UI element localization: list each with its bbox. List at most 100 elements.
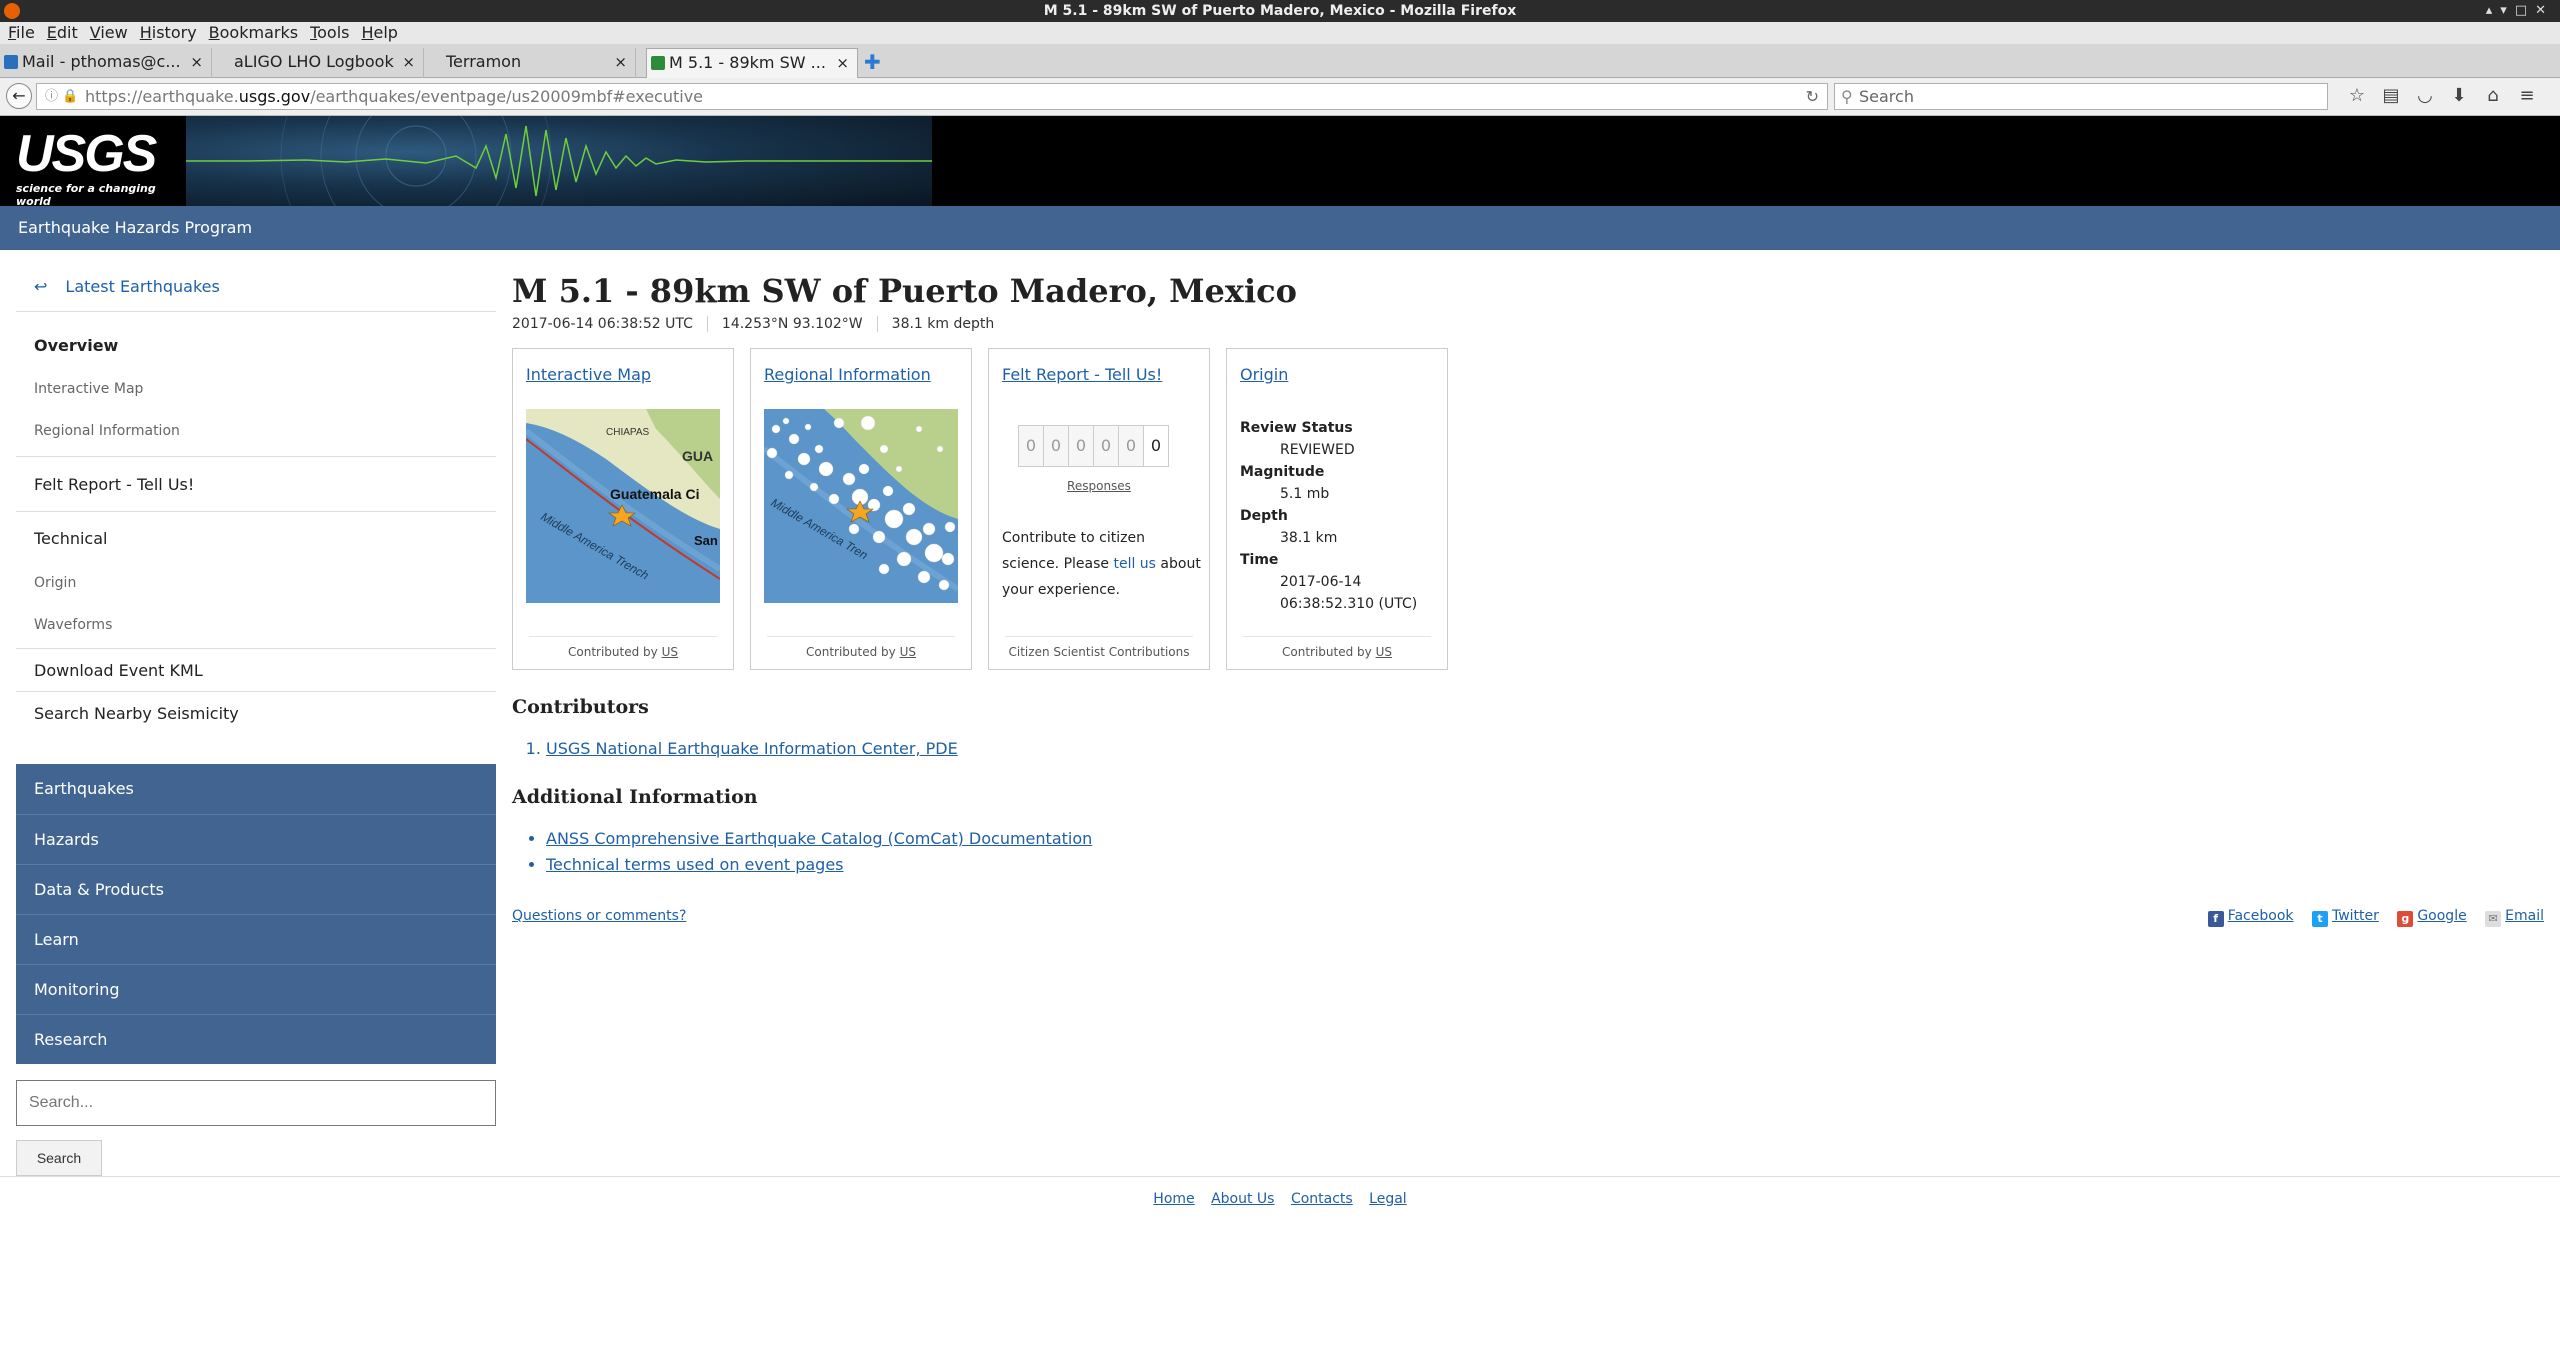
- contributed-label: Contributed by: [806, 645, 896, 659]
- sidebar-item-technical[interactable]: Technical: [16, 512, 496, 562]
- technical-terms-link[interactable]: Technical terms used on event pages: [546, 852, 1092, 878]
- share-twitter[interactable]: t Twitter: [2311, 908, 2379, 927]
- time-label: Time: [1240, 552, 1279, 568]
- review-status-value: REVIEWED: [1280, 442, 1355, 458]
- tell-us-link[interactable]: tell us: [1113, 556, 1156, 572]
- back-arrow-icon[interactable]: ←: [6, 83, 32, 109]
- site-nav-hazards[interactable]: Hazards: [16, 814, 496, 864]
- footer-about-link[interactable]: About Us: [1211, 1191, 1274, 1207]
- contributor-us[interactable]: US: [662, 645, 678, 659]
- home-icon[interactable]: ⌂: [2476, 85, 2510, 106]
- event-summary: 2017-06-14 06:38:52 UTC 14.253°N 93.102°W…: [512, 316, 1008, 332]
- menu-help[interactable]: Help: [357, 22, 401, 44]
- new-tab-icon[interactable]: ✚: [864, 50, 881, 74]
- felt-report-card[interactable]: Felt Report - Tell Us! 0 0 0 0 0 0 Respo…: [988, 348, 1210, 670]
- counter-digit: 0: [1118, 425, 1144, 467]
- origin-card[interactable]: Origin Review Status REVIEWED Magnitude …: [1226, 348, 1448, 670]
- sidebar-item-download-kml[interactable]: Download Event KML: [16, 648, 496, 692]
- share-email[interactable]: ✉ Email: [2485, 908, 2544, 927]
- pocket-icon[interactable]: ◡: [2408, 85, 2442, 106]
- url-path: /earthquakes/eventpage/us20009mbf#execut…: [310, 87, 704, 106]
- sidebar-item-origin[interactable]: Origin: [16, 562, 496, 604]
- felt-report-link[interactable]: Felt Report - Tell Us!: [1002, 365, 1162, 384]
- footer-legal-link[interactable]: Legal: [1369, 1191, 1407, 1207]
- menu-file[interactable]: File: [4, 22, 39, 44]
- footer-home-link[interactable]: Home: [1153, 1191, 1194, 1207]
- footer-contacts-link[interactable]: Contacts: [1291, 1191, 1353, 1207]
- reload-icon[interactable]: ↻: [1806, 84, 1819, 109]
- time-clock: 06:38:52.310 (UTC): [1280, 596, 1418, 612]
- share-facebook[interactable]: f Facebook: [2207, 908, 2294, 927]
- download-icon[interactable]: ⬇: [2442, 85, 2476, 106]
- google-plus-icon: g: [2397, 911, 2414, 927]
- search-placeholder: Search: [1859, 87, 1914, 106]
- contributor-us[interactable]: US: [900, 645, 916, 659]
- hamburger-menu-icon[interactable]: ≡: [2510, 85, 2544, 106]
- origin-link[interactable]: Origin: [1240, 365, 1288, 384]
- tab-earthquake[interactable]: M 5.1 - 89km SW ... ×: [646, 48, 858, 78]
- additional-information-list: ANSS Comprehensive Earthquake Catalog (C…: [546, 826, 1092, 878]
- site-search-input[interactable]: [16, 1080, 496, 1126]
- site-nav-research[interactable]: Research: [16, 1014, 496, 1064]
- page-footer: Home About Us Contacts Legal: [0, 1176, 2560, 1207]
- site-search-button[interactable]: Search: [16, 1140, 102, 1176]
- close-icon[interactable]: ×: [402, 48, 415, 76]
- site-info-lock-icon[interactable]: ⓘ 🔒: [45, 84, 78, 109]
- regional-information-link[interactable]: Regional Information: [764, 365, 931, 384]
- sidebar-item-overview[interactable]: Overview: [16, 312, 496, 368]
- counter-digit: 0: [1043, 425, 1069, 467]
- interactive-map-card[interactable]: Interactive Map CHIAPAS GUA Guatemala Ci…: [512, 348, 734, 670]
- bookmark-star-icon[interactable]: ☆: [2340, 85, 2374, 106]
- menu-history[interactable]: History: [136, 22, 201, 44]
- counter-digit: 0: [1143, 425, 1169, 467]
- regional-information-card[interactable]: Regional Information Middle America Tren…: [750, 348, 972, 670]
- window-titlebar: M 5.1 - 89km SW of Puerto Madero, Mexico…: [0, 0, 2560, 22]
- reading-list-icon[interactable]: ▤: [2374, 85, 2408, 106]
- site-nav-data-products[interactable]: Data & Products: [16, 864, 496, 914]
- site-nav-monitoring[interactable]: Monitoring: [16, 964, 496, 1014]
- tab-bar: Mail - pthomas@c... × aLIGO LHO Logbook …: [0, 44, 2560, 78]
- review-status-label: Review Status: [1240, 420, 1353, 436]
- regional-map-thumbnail[interactable]: Middle America Tren: [764, 409, 958, 603]
- site-nav-learn[interactable]: Learn: [16, 914, 496, 964]
- return-arrow-icon: ↩: [34, 277, 48, 296]
- menu-tools[interactable]: Tools: [306, 22, 353, 44]
- tab-label: M 5.1 - 89km SW ...: [669, 53, 826, 72]
- tab-logbook[interactable]: aLIGO LHO Logbook ×: [212, 48, 424, 78]
- menu-edit[interactable]: Edit: [43, 22, 82, 44]
- url-bar[interactable]: ⓘ 🔒 https://earthquake.usgs.gov/earthqua…: [36, 83, 1828, 110]
- close-icon[interactable]: ×: [190, 48, 203, 76]
- email-icon: ✉: [2485, 911, 2502, 927]
- contributed-label: Contributed by: [1282, 645, 1372, 659]
- map-graphic: CHIAPAS GUA Guatemala Ci San Middle Amer…: [526, 409, 720, 603]
- menu-bookmarks[interactable]: Bookmarks: [205, 22, 302, 44]
- tab-mail[interactable]: Mail - pthomas@c... ×: [0, 48, 212, 78]
- site-nav-earthquakes[interactable]: Earthquakes: [16, 764, 496, 814]
- sidebar-item-interactive-map[interactable]: Interactive Map: [16, 368, 496, 410]
- close-icon[interactable]: ×: [836, 49, 849, 77]
- origin-details: Review Status REVIEWED Magnitude 5.1 mb …: [1240, 417, 1417, 615]
- logo-text: USGS: [16, 125, 157, 183]
- close-icon[interactable]: ×: [614, 48, 627, 76]
- sidebar-item-waveforms[interactable]: Waveforms: [16, 604, 496, 646]
- sidebar-item-search-nearby[interactable]: Search Nearby Seismicity: [16, 692, 496, 736]
- usgs-logo[interactable]: USGS science for a changing world: [16, 125, 176, 208]
- contributor-us[interactable]: US: [1376, 645, 1392, 659]
- latest-earthquakes-link[interactable]: ↩ Latest Earthquakes: [16, 262, 496, 312]
- tab-terramon[interactable]: Terramon ×: [424, 48, 636, 78]
- origin-card-footer: Contributed by US: [1243, 636, 1431, 659]
- window-controls[interactable]: ▴▾□✕: [2486, 0, 2554, 22]
- share-google[interactable]: g Google: [2397, 908, 2467, 927]
- contributor-neic-link[interactable]: USGS National Earthquake Information Cen…: [546, 736, 958, 762]
- browser-search-input[interactable]: ⚲ Search: [1834, 83, 2328, 110]
- sidebar-item-felt-report[interactable]: Felt Report - Tell Us!: [16, 456, 496, 512]
- interactive-map-thumbnail[interactable]: CHIAPAS GUA Guatemala Ci San Middle Amer…: [526, 409, 720, 603]
- comcat-documentation-link[interactable]: ANSS Comprehensive Earthquake Catalog (C…: [546, 826, 1092, 852]
- responses-label[interactable]: Responses: [989, 479, 1209, 493]
- sidebar-item-regional-information[interactable]: Regional Information: [16, 410, 496, 452]
- questions-comments-link[interactable]: Questions or comments?: [512, 908, 686, 924]
- program-title[interactable]: Earthquake Hazards Program: [18, 218, 252, 237]
- interactive-map-link[interactable]: Interactive Map: [526, 365, 651, 384]
- menu-view[interactable]: View: [86, 22, 132, 44]
- program-bar[interactable]: Earthquake Hazards Program: [0, 206, 2560, 250]
